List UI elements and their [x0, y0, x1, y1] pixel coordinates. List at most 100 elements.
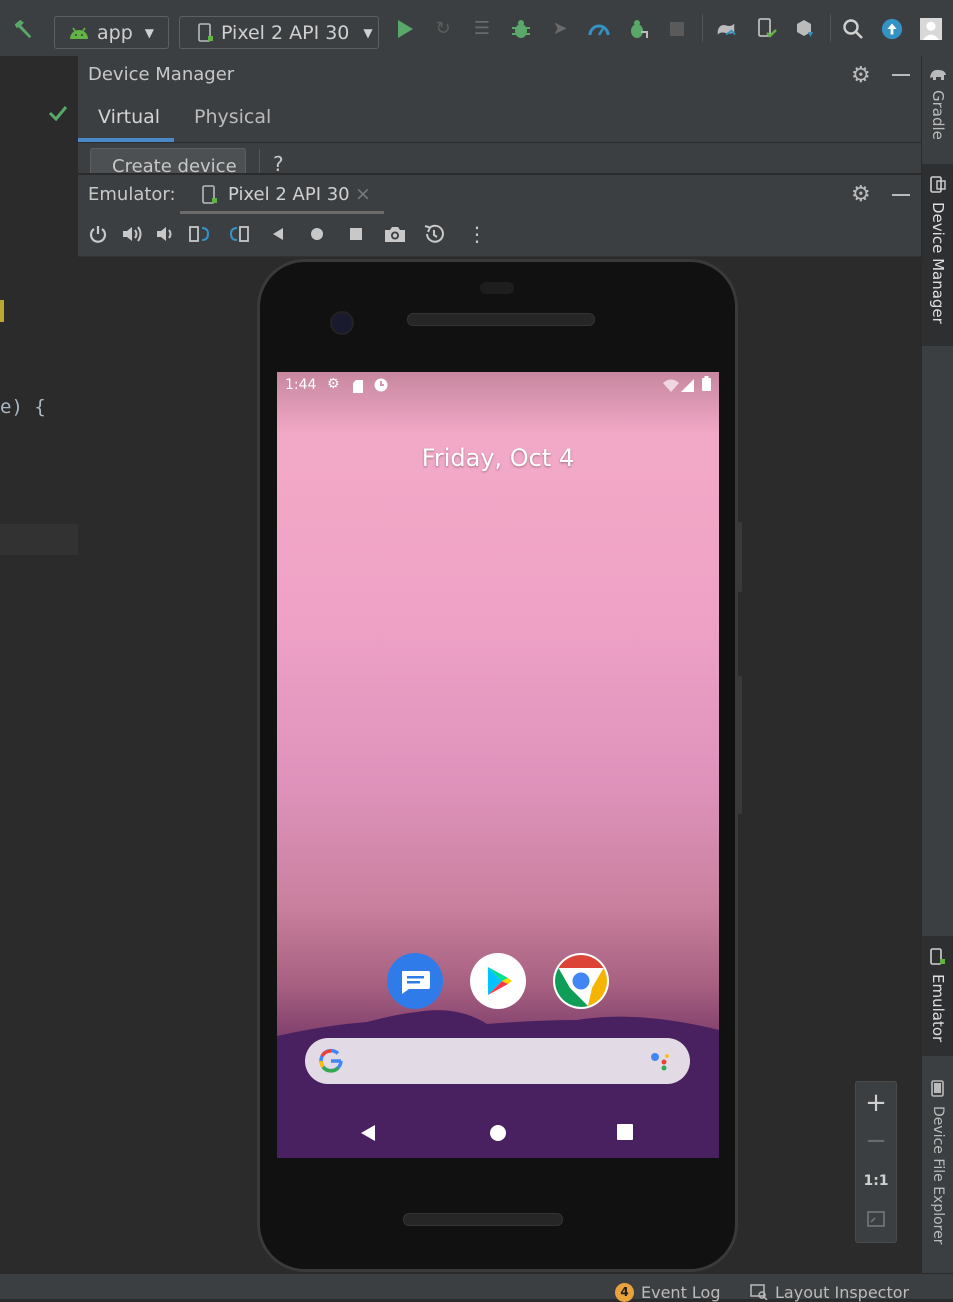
volume-down-icon[interactable]	[155, 224, 175, 248]
bookmark-marker	[0, 300, 4, 322]
battery-icon	[702, 376, 711, 395]
run-icon[interactable]	[394, 18, 416, 40]
play-store-app-icon[interactable]	[470, 953, 526, 1009]
apply-code-changes-icon[interactable]: ☰	[471, 18, 493, 40]
overview-icon[interactable]	[348, 226, 364, 246]
device-manager-tool-tab[interactable]: Device Manager	[922, 164, 953, 346]
volume-up-icon[interactable]	[121, 224, 143, 248]
chrome-app-icon[interactable]	[553, 953, 609, 1009]
google-search-bar[interactable]	[305, 1038, 690, 1084]
user-avatar-icon[interactable]	[920, 18, 942, 40]
rotate-right-icon[interactable]	[227, 224, 251, 248]
event-log-button[interactable]: 4 Event Log	[615, 1282, 721, 1302]
messages-app-icon[interactable]	[387, 953, 443, 1009]
gradle-tab-label: Gradle	[929, 90, 947, 140]
lockscreen-date[interactable]: Friday, Oct 4	[277, 444, 719, 472]
file-explorer-icon	[931, 1080, 945, 1102]
rotate-left-icon[interactable]	[188, 224, 212, 248]
nav-home-icon[interactable]	[489, 1124, 507, 1146]
emulator-icon	[930, 948, 946, 970]
device-manager-tab-label: Device Manager	[929, 202, 947, 324]
phone-device-icon	[198, 22, 214, 43]
right-tool-window-bar: Gradle Device Manager Emulator Device Fi…	[921, 56, 953, 1273]
debug-icon[interactable]	[510, 18, 532, 40]
back-icon[interactable]	[270, 226, 286, 246]
device-selector-label: Pixel 2 API 30	[221, 21, 350, 44]
sdk-manager-icon[interactable]	[794, 18, 816, 40]
gear-icon[interactable]: ⚙	[851, 182, 871, 207]
minimize-icon[interactable]	[892, 194, 910, 196]
sensor	[480, 282, 514, 294]
emulator-tool-tab[interactable]: Emulator	[922, 936, 953, 1056]
apply-changes-icon[interactable]: ↻	[432, 18, 454, 40]
zoom-actual-size-button[interactable]: 1:1	[856, 1162, 896, 1200]
zoom-fit-button[interactable]	[856, 1200, 896, 1238]
device-manager-toolbar-icon[interactable]	[756, 18, 778, 40]
chevron-down-icon: ▼	[144, 25, 154, 40]
phone-screen[interactable]: 1:44 ⚙ Friday, Oct 4	[277, 372, 719, 1158]
event-log-count-badge: 4	[615, 1282, 634, 1302]
gear-icon[interactable]: ⚙	[851, 63, 871, 88]
google-logo-icon	[318, 1048, 344, 1078]
attach-debugger-icon[interactable]: ➤	[549, 18, 571, 40]
device-manager-header: Device Manager ⚙	[78, 56, 921, 96]
earpiece-speaker	[407, 313, 595, 326]
sync-debug-icon[interactable]	[627, 18, 649, 40]
status-time: 1:44	[285, 377, 317, 393]
signal-icon	[681, 377, 694, 396]
emulator-header: Emulator: Pixel 2 API 30 × ⚙	[78, 174, 921, 215]
close-tab-icon[interactable]: ×	[355, 183, 371, 205]
help-icon[interactable]: ?	[273, 152, 284, 173]
google-assistant-icon	[650, 1051, 674, 1077]
emulator-device-tab[interactable]: Pixel 2 API 30 ×	[180, 175, 384, 215]
device-file-explorer-tool-tab[interactable]: Device File Explorer	[922, 1076, 953, 1245]
zoom-out-button[interactable]: −	[856, 1122, 896, 1160]
android-icon	[68, 25, 90, 41]
emulator-toolbar: ⋮	[78, 214, 921, 257]
code-text: e) {	[0, 396, 46, 418]
search-icon[interactable]	[842, 18, 864, 40]
build-hammer-icon[interactable]	[12, 18, 34, 40]
toolbar-divider	[830, 14, 831, 42]
emulator-label: Emulator:	[88, 184, 176, 205]
code-editor-fragment: e) {	[0, 56, 78, 1273]
update-icon[interactable]	[881, 18, 903, 40]
current-line-highlight	[0, 524, 78, 555]
event-log-label: Event Log	[641, 1282, 721, 1302]
active-tab-indicator	[78, 138, 174, 142]
create-device-label: Create device	[112, 156, 237, 173]
minimize-icon[interactable]	[892, 74, 910, 76]
run-configuration-label: app	[97, 21, 133, 44]
screenshot-camera-icon[interactable]	[383, 224, 407, 248]
home-icon[interactable]	[309, 226, 325, 246]
toolbar-divider	[702, 14, 703, 42]
fit-screen-icon	[867, 1211, 885, 1227]
power-icon[interactable]	[88, 224, 108, 248]
phone-device-icon	[202, 185, 218, 209]
emulator-tab-label: Pixel 2 API 30	[228, 184, 350, 205]
create-device-button[interactable]: Create device	[90, 148, 246, 173]
sd-card-icon	[353, 378, 363, 397]
more-options-icon[interactable]: ⋮	[467, 222, 487, 246]
bottom-speaker	[403, 1213, 563, 1226]
snapshot-restore-icon[interactable]	[422, 223, 446, 249]
chevron-down-icon: ▼	[363, 25, 373, 40]
divider	[259, 149, 260, 173]
zoom-in-button[interactable]: +	[856, 1084, 896, 1122]
main-toolbar: app ▼ Pixel 2 API 30 ▼ ↻ ☰ ➤	[0, 0, 953, 57]
stop-icon[interactable]	[666, 18, 688, 40]
profile-icon[interactable]	[588, 18, 610, 40]
layout-inspector-button[interactable]: Layout Inspector	[750, 1282, 909, 1302]
run-configuration-selector[interactable]: app ▼	[54, 16, 169, 49]
gradle-tool-tab[interactable]: Gradle	[922, 66, 953, 140]
tab-virtual[interactable]: Virtual	[98, 106, 160, 128]
device-manager-icon	[930, 176, 946, 198]
device-file-explorer-tab-label: Device File Explorer	[930, 1106, 946, 1245]
gradle-sync-icon[interactable]	[715, 18, 737, 40]
device-manager-title: Device Manager	[88, 64, 235, 85]
tab-physical[interactable]: Physical	[194, 106, 271, 128]
nav-back-icon[interactable]	[360, 1124, 378, 1146]
device-selector[interactable]: Pixel 2 API 30 ▼	[179, 16, 379, 49]
nav-overview-icon[interactable]	[617, 1124, 633, 1144]
bottom-status-bar: 4 Event Log Layout Inspector	[0, 1273, 953, 1302]
